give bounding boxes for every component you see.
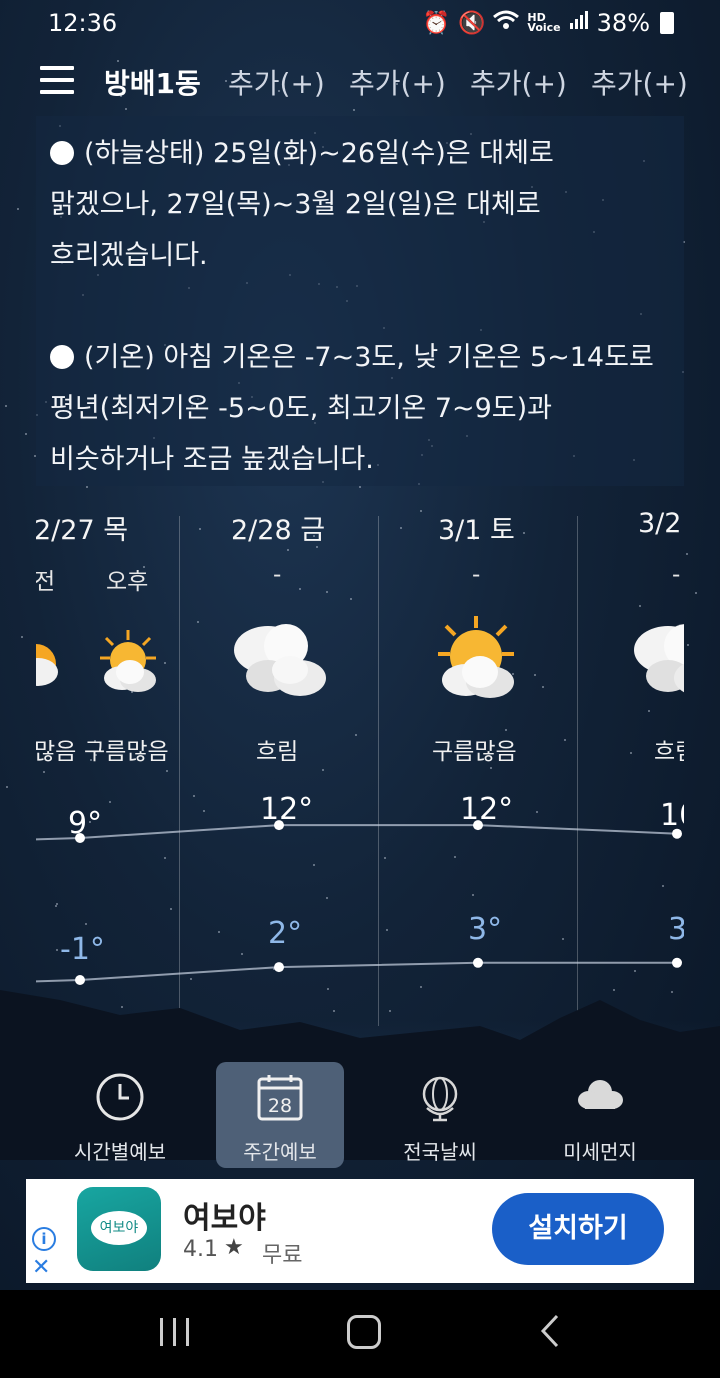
svg-text:28: 28	[268, 1095, 292, 1117]
ad-app-icon[interactable]: 여보야	[77, 1187, 161, 1271]
mute-icon: 🔇	[458, 10, 486, 36]
wifi-icon	[493, 10, 520, 36]
star-dot	[687, 644, 689, 646]
calendar-icon: 28	[257, 1075, 303, 1121]
battery-percent: 38%	[596, 9, 650, 37]
nav-hourly-forecast[interactable]: 시간별예보	[56, 1062, 184, 1168]
battery-icon	[660, 12, 674, 34]
signal-icon	[569, 10, 589, 36]
hd-voice-icon: HD Voice	[527, 11, 561, 34]
menu-button[interactable]	[40, 66, 74, 94]
recent-apps-button[interactable]	[160, 1318, 192, 1346]
location-tabs: 방배1동 추가(+) 추가(+) 추가(+) 추가(+)	[0, 52, 720, 108]
back-button[interactable]	[540, 1314, 560, 1348]
home-button[interactable]	[347, 1315, 381, 1349]
add-location-tab[interactable]: 추가(+)	[470, 62, 567, 102]
nav-label: 미세먼지	[563, 1140, 637, 1164]
system-navigation-bar	[0, 1290, 720, 1378]
sky-description: (하늘상태) 25일(화)~26일(수)은 대체로 맑겠으나, 27일(목)~3…	[50, 138, 554, 271]
star-dot	[21, 636, 23, 638]
bottom-navigation: 시간별예보 28 주간예보 전국날씨 미세먼지	[36, 1058, 684, 1170]
add-location-tab[interactable]: 추가(+)	[591, 62, 688, 102]
high-temp-line	[36, 824, 678, 841]
star-icon: ★	[224, 1235, 244, 1260]
weekly-description: (하늘상태) 25일(화)~26일(수)은 대체로 맑겠으나, 27일(목)~3…	[36, 116, 684, 486]
bullet-icon	[50, 141, 74, 165]
high-temp-point	[672, 828, 682, 839]
high-temp-point	[274, 820, 284, 831]
status-bar: 12:36 ⏰ 🔇 HD Voice 38%	[0, 0, 720, 48]
app-logo-text: 여보야	[91, 1211, 147, 1245]
ad-info-icon[interactable]: i	[32, 1227, 56, 1251]
star-dot	[5, 405, 7, 407]
star-dot	[6, 786, 8, 788]
weekly-forecast[interactable]: 2/27 목 전 오후 많음 구름많음 9° -1° 2/28 금 - 흐림 1…	[36, 496, 684, 1030]
nav-label: 전국날씨	[403, 1140, 477, 1164]
temperature-graph	[36, 820, 682, 985]
tab-location-bangbae1[interactable]: 방배1동	[104, 62, 201, 102]
star-dot	[125, 108, 127, 110]
star-dot	[25, 433, 27, 435]
high-temp-point	[473, 820, 483, 831]
add-location-tab[interactable]: 추가(+)	[228, 62, 325, 102]
nav-national-weather[interactable]: 전국날씨	[376, 1062, 504, 1168]
status-time: 12:36	[48, 9, 118, 37]
temperature-description: (기온) 아침 기온은 -7~3도, 낮 기온은 5~14도로 평년(최저기온 …	[50, 342, 654, 475]
star-dot	[359, 486, 361, 488]
clock-icon	[96, 1073, 144, 1121]
ad-price: 무료	[262, 1243, 303, 1268]
star-dot	[17, 208, 19, 210]
ad-close-icon[interactable]: ✕	[32, 1255, 50, 1280]
install-button[interactable]: 설치하기	[492, 1193, 664, 1265]
alarm-icon: ⏰	[422, 10, 451, 36]
app-screen: 12:36 ⏰ 🔇 HD Voice 38% 방배1동 추가(+) 추가(+) 추…	[0, 0, 720, 1290]
bullet-icon	[50, 345, 74, 369]
ad-app-name[interactable]: 여보야	[183, 1193, 266, 1237]
nav-label: 시간별예보	[74, 1140, 166, 1164]
star-dot	[353, 109, 355, 111]
cloud-icon	[578, 1080, 623, 1109]
high-temp-point	[75, 833, 85, 843]
status-icons: ⏰ 🔇 HD Voice 38%	[423, 9, 674, 37]
ad-rating: 4.1	[183, 1237, 218, 1262]
star-dot	[695, 592, 697, 594]
nav-label: 주간예보	[243, 1140, 317, 1164]
star-dot	[86, 486, 88, 488]
nav-fine-dust[interactable]: 미세먼지	[536, 1062, 664, 1168]
globe-icon	[422, 1076, 458, 1122]
add-location-tab[interactable]: 추가(+)	[349, 62, 446, 102]
nav-weekly-forecast[interactable]: 28 주간예보	[216, 1062, 344, 1168]
star-dot	[686, 553, 688, 555]
ad-banner[interactable]: i ✕ 여보야 여보야 4.1 ★ 무료 설치하기	[26, 1179, 694, 1283]
